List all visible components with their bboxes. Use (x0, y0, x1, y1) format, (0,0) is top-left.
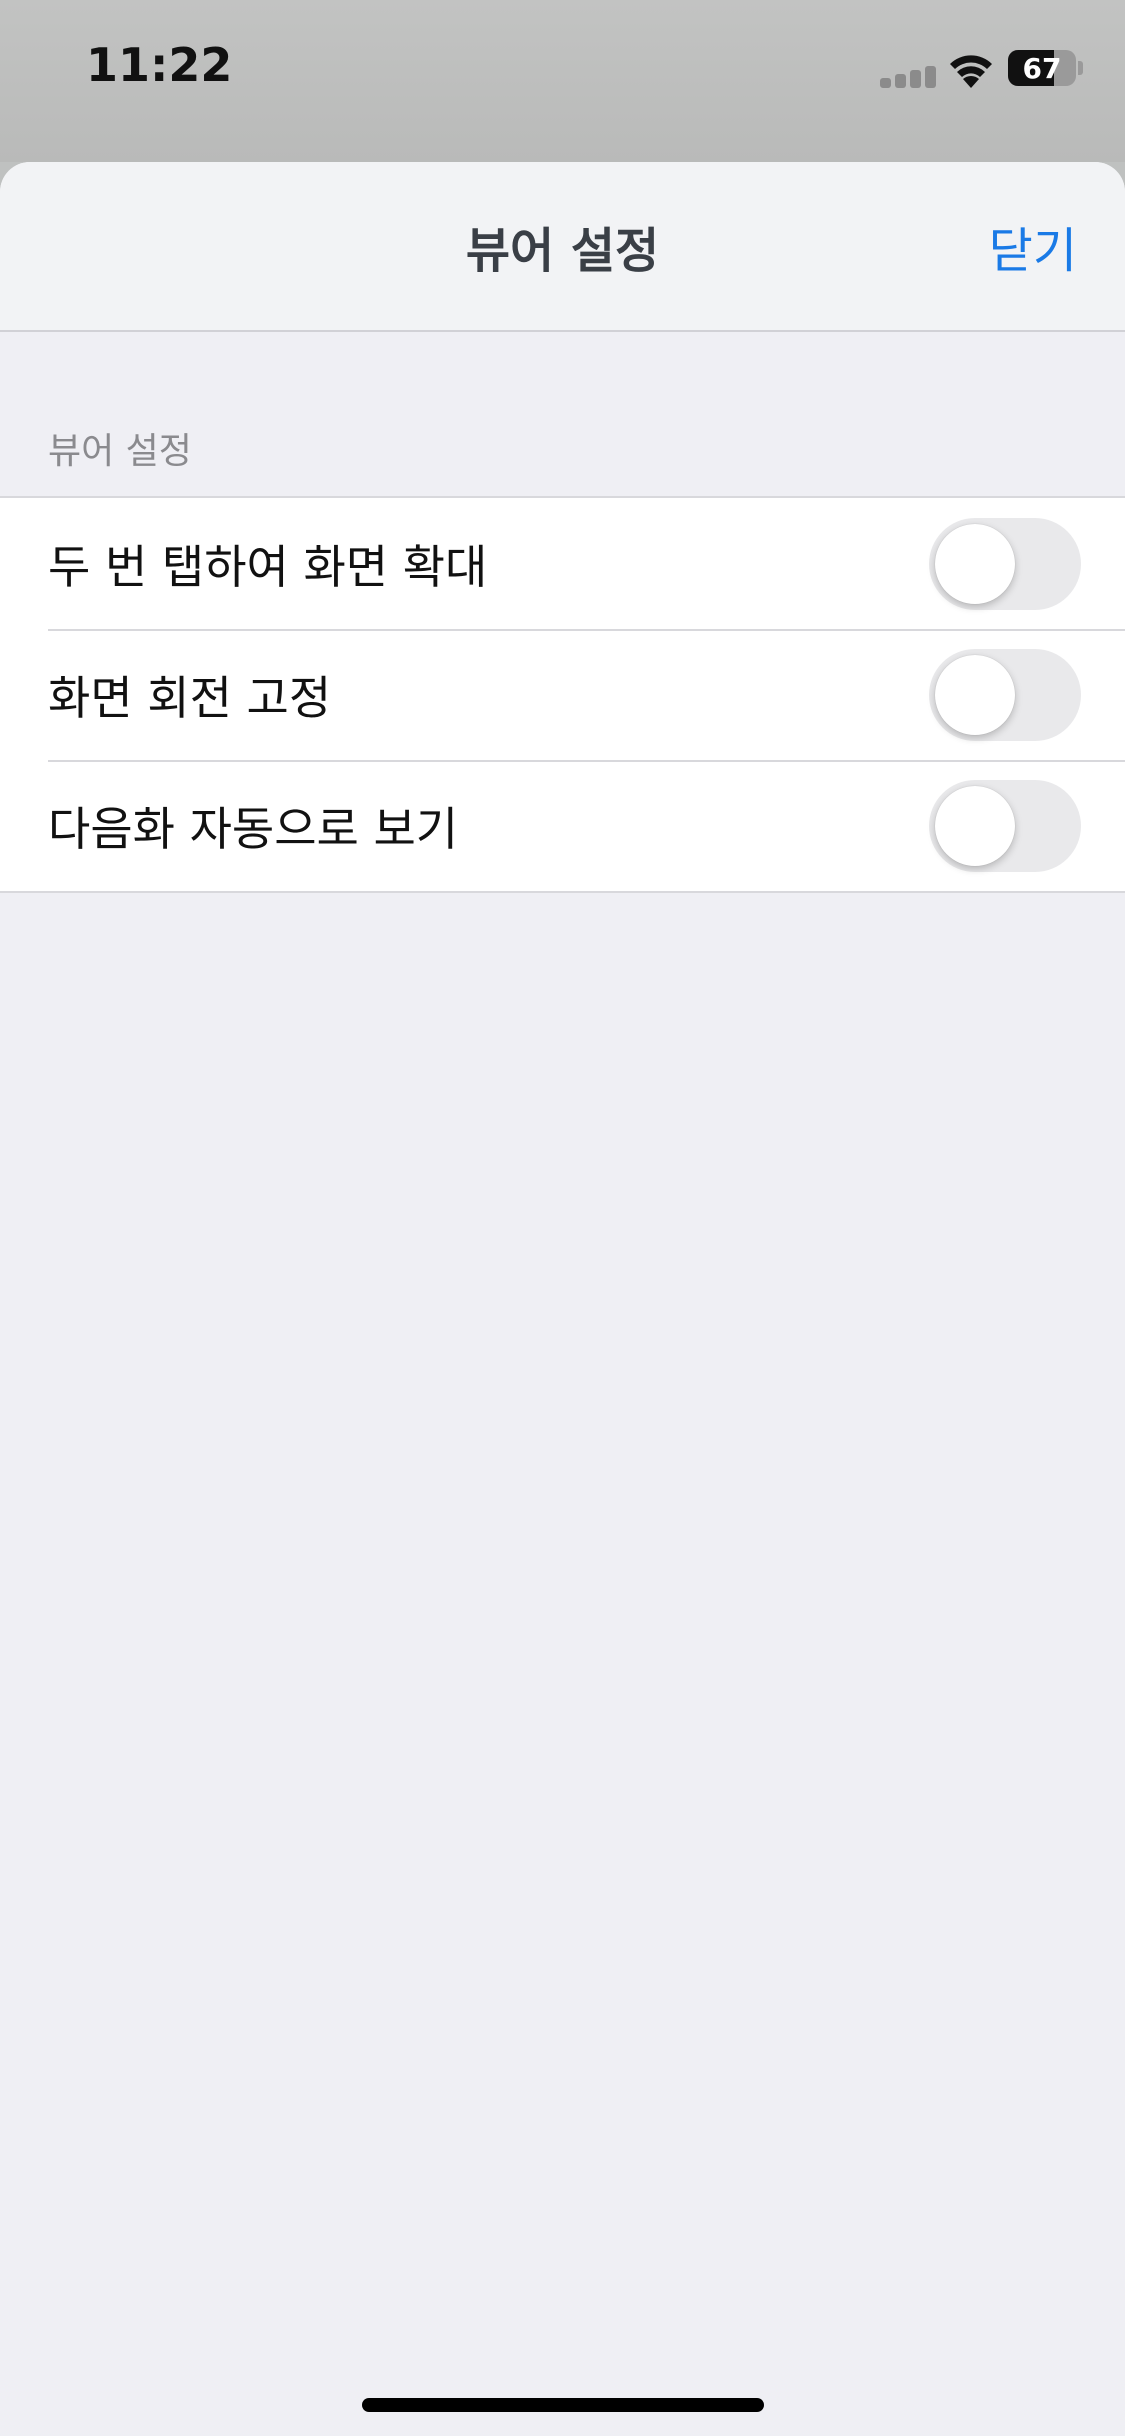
close-button[interactable]: 닫기 (989, 162, 1077, 330)
setting-label: 다음화 자동으로 보기 (48, 801, 459, 856)
cellular-signal-icon (880, 66, 936, 88)
auto-next-episode-toggle[interactable] (929, 779, 1081, 872)
status-bar: 11:22 67 (0, 0, 1125, 162)
viewer-settings-sheet: 뷰어 설정 닫기 뷰어 설정 두 번 탭하여 화면 확대 화면 회전 고정 다음… (0, 162, 1125, 2436)
setting-label: 두 번 탭하여 화면 확대 (48, 539, 488, 594)
toggle-knob (935, 785, 1015, 866)
setting-row-rotation-lock: 화면 회전 고정 (0, 629, 1125, 760)
battery-percent: 67 (1022, 51, 1062, 85)
setting-row-auto-next-episode: 다음화 자동으로 보기 (0, 760, 1125, 891)
setting-label: 화면 회전 고정 (48, 670, 332, 725)
section-header: 뷰어 설정 (48, 431, 192, 472)
battery-icon: 67 (1008, 50, 1076, 86)
setting-row-double-tap-zoom: 두 번 탭하여 화면 확대 (0, 498, 1125, 629)
settings-group: 두 번 탭하여 화면 확대 화면 회전 고정 다음화 자동으로 보기 (0, 496, 1125, 893)
page-title: 뷰어 설정 (465, 223, 660, 279)
battery-cap (1078, 61, 1083, 75)
toggle-knob (935, 654, 1015, 735)
navigation-bar: 뷰어 설정 닫기 (0, 162, 1125, 332)
double-tap-zoom-toggle[interactable] (929, 517, 1081, 610)
status-time: 11:22 (86, 38, 233, 92)
home-indicator (362, 2398, 764, 2412)
rotation-lock-toggle[interactable] (929, 648, 1081, 741)
toggle-knob (935, 523, 1015, 604)
wifi-icon (948, 48, 994, 88)
